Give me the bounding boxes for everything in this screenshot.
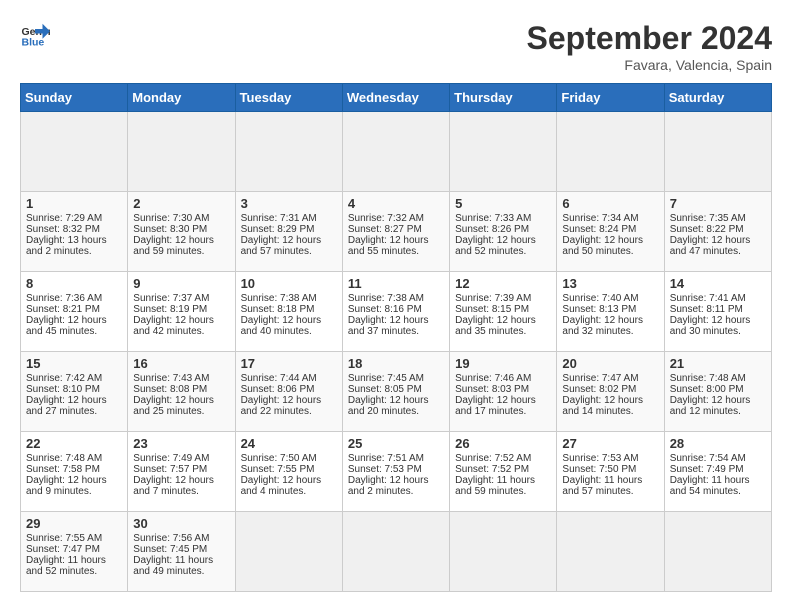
day-cell-20: 20 Sunrise: 7:47 AMSunset: 8:02 PMDaylig… bbox=[557, 352, 664, 432]
day-cell-8: 8 Sunrise: 7:36 AMSunset: 8:21 PMDayligh… bbox=[21, 272, 128, 352]
col-wednesday: Wednesday bbox=[342, 84, 449, 112]
day-cell-9: 9 Sunrise: 7:37 AMSunset: 8:19 PMDayligh… bbox=[128, 272, 235, 352]
day-cell-13: 13 Sunrise: 7:40 AMSunset: 8:13 PMDaylig… bbox=[557, 272, 664, 352]
day-cell-27: 27 Sunrise: 7:53 AMSunset: 7:50 PMDaylig… bbox=[557, 432, 664, 512]
empty-cell bbox=[342, 112, 449, 192]
day-number: 11 bbox=[348, 276, 444, 291]
day-number: 12 bbox=[455, 276, 551, 291]
day-cell-17: 17 Sunrise: 7:44 AMSunset: 8:06 PMDaylig… bbox=[235, 352, 342, 432]
day-number: 2 bbox=[133, 196, 229, 211]
empty-cell bbox=[450, 512, 557, 592]
day-cell-25: 25 Sunrise: 7:51 AMSunset: 7:53 PMDaylig… bbox=[342, 432, 449, 512]
svg-text:Blue: Blue bbox=[22, 37, 45, 49]
day-cell-5: 5 Sunrise: 7:33 AMSunset: 8:26 PMDayligh… bbox=[450, 192, 557, 272]
location: Favara, Valencia, Spain bbox=[527, 57, 772, 73]
month-title: September 2024 bbox=[527, 20, 772, 57]
day-cell-11: 11 Sunrise: 7:38 AMSunset: 8:16 PMDaylig… bbox=[342, 272, 449, 352]
day-cell-16: 16 Sunrise: 7:43 AMSunset: 8:08 PMDaylig… bbox=[128, 352, 235, 432]
day-number: 22 bbox=[26, 436, 122, 451]
table-row: 29 Sunrise: 7:55 AMSunset: 7:47 PMDaylig… bbox=[21, 512, 772, 592]
day-number: 16 bbox=[133, 356, 229, 371]
empty-cell bbox=[21, 112, 128, 192]
day-number: 20 bbox=[562, 356, 658, 371]
title-block: September 2024 Favara, Valencia, Spain bbox=[527, 20, 772, 73]
day-number: 30 bbox=[133, 516, 229, 531]
day-number: 5 bbox=[455, 196, 551, 211]
day-cell-4: 4 Sunrise: 7:32 AMSunset: 8:27 PMDayligh… bbox=[342, 192, 449, 272]
day-cell-15: 15 Sunrise: 7:42 AMSunset: 8:10 PMDaylig… bbox=[21, 352, 128, 432]
day-number: 3 bbox=[241, 196, 337, 211]
empty-cell bbox=[664, 112, 771, 192]
day-cell-7: 7 Sunrise: 7:35 AMSunset: 8:22 PMDayligh… bbox=[664, 192, 771, 272]
empty-cell bbox=[557, 512, 664, 592]
day-cell-30: 30 Sunrise: 7:56 AMSunset: 7:45 PMDaylig… bbox=[128, 512, 235, 592]
day-cell-22: 22 Sunrise: 7:48 AMSunset: 7:58 PMDaylig… bbox=[21, 432, 128, 512]
day-cell-23: 23 Sunrise: 7:49 AMSunset: 7:57 PMDaylig… bbox=[128, 432, 235, 512]
col-thursday: Thursday bbox=[450, 84, 557, 112]
logo: General Blue bbox=[20, 20, 50, 50]
header-row: Sunday Monday Tuesday Wednesday Thursday… bbox=[21, 84, 772, 112]
day-number: 17 bbox=[241, 356, 337, 371]
day-cell-24: 24 Sunrise: 7:50 AMSunset: 7:55 PMDaylig… bbox=[235, 432, 342, 512]
empty-cell bbox=[235, 112, 342, 192]
empty-cell bbox=[235, 512, 342, 592]
day-number: 18 bbox=[348, 356, 444, 371]
empty-cell bbox=[450, 112, 557, 192]
empty-cell bbox=[342, 512, 449, 592]
table-row bbox=[21, 112, 772, 192]
col-friday: Friday bbox=[557, 84, 664, 112]
col-tuesday: Tuesday bbox=[235, 84, 342, 112]
day-number: 24 bbox=[241, 436, 337, 451]
calendar-table: Sunday Monday Tuesday Wednesday Thursday… bbox=[20, 83, 772, 592]
day-number: 25 bbox=[348, 436, 444, 451]
day-cell-2: 2 Sunrise: 7:30 AMSunset: 8:30 PMDayligh… bbox=[128, 192, 235, 272]
col-sunday: Sunday bbox=[21, 84, 128, 112]
day-cell-18: 18 Sunrise: 7:45 AMSunset: 8:05 PMDaylig… bbox=[342, 352, 449, 432]
logo-icon: General Blue bbox=[20, 20, 50, 50]
day-number: 7 bbox=[670, 196, 766, 211]
day-cell-26: 26 Sunrise: 7:52 AMSunset: 7:52 PMDaylig… bbox=[450, 432, 557, 512]
day-number: 15 bbox=[26, 356, 122, 371]
col-saturday: Saturday bbox=[664, 84, 771, 112]
day-cell-19: 19 Sunrise: 7:46 AMSunset: 8:03 PMDaylig… bbox=[450, 352, 557, 432]
day-number: 10 bbox=[241, 276, 337, 291]
day-number: 6 bbox=[562, 196, 658, 211]
empty-cell bbox=[128, 112, 235, 192]
day-number: 29 bbox=[26, 516, 122, 531]
day-cell-10: 10 Sunrise: 7:38 AMSunset: 8:18 PMDaylig… bbox=[235, 272, 342, 352]
table-row: 8 Sunrise: 7:36 AMSunset: 8:21 PMDayligh… bbox=[21, 272, 772, 352]
table-row: 22 Sunrise: 7:48 AMSunset: 7:58 PMDaylig… bbox=[21, 432, 772, 512]
day-cell-1: 1 Sunrise: 7:29 AMSunset: 8:32 PMDayligh… bbox=[21, 192, 128, 272]
day-number: 21 bbox=[670, 356, 766, 371]
day-cell-29: 29 Sunrise: 7:55 AMSunset: 7:47 PMDaylig… bbox=[21, 512, 128, 592]
day-number: 13 bbox=[562, 276, 658, 291]
empty-cell bbox=[664, 512, 771, 592]
day-number: 4 bbox=[348, 196, 444, 211]
day-number: 9 bbox=[133, 276, 229, 291]
day-cell-28: 28 Sunrise: 7:54 AMSunset: 7:49 PMDaylig… bbox=[664, 432, 771, 512]
day-number: 27 bbox=[562, 436, 658, 451]
day-number: 8 bbox=[26, 276, 122, 291]
page-header: General Blue September 2024 Favara, Vale… bbox=[20, 20, 772, 73]
day-number: 1 bbox=[26, 196, 122, 211]
col-monday: Monday bbox=[128, 84, 235, 112]
day-cell-21: 21 Sunrise: 7:48 AMSunset: 8:00 PMDaylig… bbox=[664, 352, 771, 432]
day-cell-14: 14 Sunrise: 7:41 AMSunset: 8:11 PMDaylig… bbox=[664, 272, 771, 352]
day-number: 26 bbox=[455, 436, 551, 451]
day-cell-12: 12 Sunrise: 7:39 AMSunset: 8:15 PMDaylig… bbox=[450, 272, 557, 352]
table-row: 1 Sunrise: 7:29 AMSunset: 8:32 PMDayligh… bbox=[21, 192, 772, 272]
day-number: 19 bbox=[455, 356, 551, 371]
day-cell-3: 3 Sunrise: 7:31 AMSunset: 8:29 PMDayligh… bbox=[235, 192, 342, 272]
day-number: 23 bbox=[133, 436, 229, 451]
day-number: 14 bbox=[670, 276, 766, 291]
day-number: 28 bbox=[670, 436, 766, 451]
day-cell-6: 6 Sunrise: 7:34 AMSunset: 8:24 PMDayligh… bbox=[557, 192, 664, 272]
table-row: 15 Sunrise: 7:42 AMSunset: 8:10 PMDaylig… bbox=[21, 352, 772, 432]
empty-cell bbox=[557, 112, 664, 192]
